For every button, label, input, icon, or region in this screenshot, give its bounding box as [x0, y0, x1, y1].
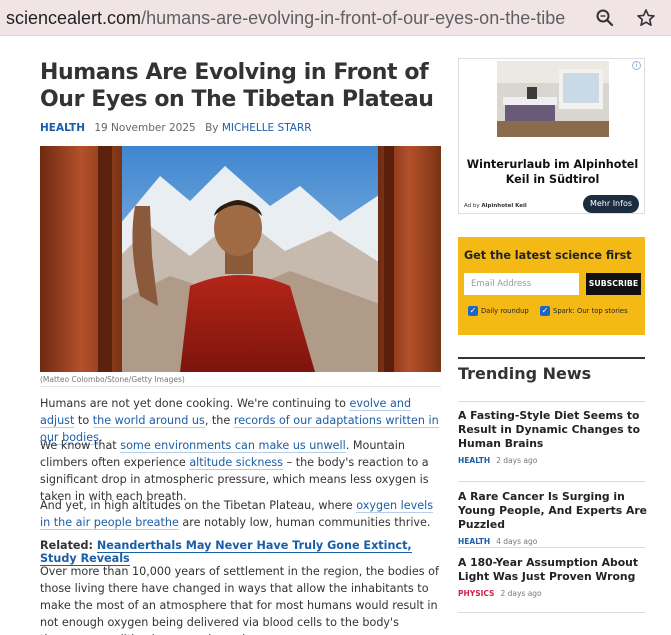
hero-image — [40, 146, 441, 372]
divider — [458, 481, 645, 482]
trending-category[interactable]: HEALTH — [458, 537, 490, 546]
trending-meta: HEALTH 2 days ago — [458, 456, 648, 465]
related-label: Related: — [40, 539, 94, 552]
trending-title[interactable]: A 180-Year Assumption About Light Was Ju… — [458, 556, 648, 584]
article-meta: HEALTH 19 November 2025 By MICHELLE STAR… — [40, 122, 312, 134]
checkbox-label: Spark: Our top stories — [553, 307, 628, 315]
ad-banner[interactable]: i Winterurlaub im Alpinhotel Keil in Süd… — [458, 58, 645, 214]
url-text[interactable]: sciencealert.com/humans-are-evolving-in-… — [6, 6, 566, 30]
bookmark-star-icon[interactable] — [633, 5, 659, 31]
trending-item[interactable]: A 180-Year Assumption About Light Was Ju… — [458, 556, 648, 598]
divider — [458, 612, 645, 613]
ad-info-icon[interactable]: i — [632, 61, 641, 70]
checkbox-spark[interactable]: ✓ Spark: Our top stories — [540, 306, 628, 316]
trending-category[interactable]: PHYSICS — [458, 589, 494, 598]
checkbox-label: Daily roundup — [481, 307, 529, 315]
related-article: Related: Neanderthals May Never Have Tru… — [40, 539, 442, 566]
link-environments-unwell[interactable]: some environments can make us unwell — [120, 439, 346, 453]
link-world-around-us[interactable]: the world around us — [92, 414, 205, 428]
image-caption: (Matteo Colombo/Stone/Getty Images) — [40, 375, 185, 384]
trending-title[interactable]: A Fasting-Style Diet Seems to Result in … — [458, 409, 648, 451]
trending-time: 4 days ago — [496, 537, 538, 546]
subscribe-button[interactable]: SUBSCRIBE — [586, 273, 641, 295]
divider — [458, 547, 645, 548]
trending-meta: PHYSICS 2 days ago — [458, 589, 648, 598]
checkbox-daily-roundup[interactable]: ✓ Daily roundup — [468, 306, 529, 316]
ad-by-line: Ad by Alpinhotel Keil — [464, 203, 527, 209]
url-domain: sciencealert.com — [6, 8, 142, 28]
trending-title[interactable]: A Rare Cancer Is Surging in Young People… — [458, 490, 648, 532]
related-link[interactable]: Neanderthals May Never Have Truly Gone E… — [40, 539, 412, 566]
trending-top-rule — [458, 357, 645, 359]
ad-title[interactable]: Winterurlaub im Alpinhotel Keil in Südti… — [459, 157, 646, 187]
divider — [458, 401, 645, 402]
paragraph-2: We know that some environments can make … — [40, 439, 429, 503]
trending-category[interactable]: HEALTH — [458, 456, 490, 465]
caption-divider — [40, 386, 441, 387]
article-title: Humans Are Evolving in Front of Our Eyes… — [40, 60, 434, 112]
trending-item[interactable]: A Fasting-Style Diet Seems to Result in … — [458, 409, 648, 465]
trending-heading: Trending News — [458, 364, 592, 383]
link-altitude-sickness[interactable]: altitude sickness — [189, 456, 283, 470]
zoom-icon[interactable] — [592, 5, 618, 31]
trending-item[interactable]: A Rare Cancer Is Surging in Young People… — [458, 490, 648, 546]
newsletter-signup: Get the latest science first SUBSCRIBE ✓… — [458, 237, 645, 335]
paragraph-3: And yet, in high altitudes on the Tibeta… — [40, 499, 434, 530]
trending-time: 2 days ago — [500, 589, 542, 598]
article-category[interactable]: HEALTH — [40, 122, 85, 134]
byline-label: By — [205, 122, 219, 134]
article-date: 19 November 2025 — [94, 122, 196, 134]
ad-more-info-button[interactable]: Mehr Infos — [583, 195, 639, 213]
paragraph-4: Over more than 10,000 years of settlemen… — [40, 565, 439, 635]
trending-time: 2 days ago — [496, 456, 538, 465]
checkbox-checked-icon[interactable]: ✓ — [468, 306, 478, 316]
url-path: /humans-are-evolving-in-front-of-our-eye… — [141, 8, 566, 28]
newsletter-title: Get the latest science first — [464, 249, 632, 262]
browser-url-bar[interactable]: sciencealert.com/humans-are-evolving-in-… — [0, 0, 671, 36]
author-link[interactable]: MICHELLE STARR — [222, 122, 312, 134]
trending-meta: HEALTH 4 days ago — [458, 537, 648, 546]
ad-image[interactable] — [497, 61, 609, 137]
checkbox-checked-icon[interactable]: ✓ — [540, 306, 550, 316]
email-input[interactable] — [464, 273, 579, 295]
